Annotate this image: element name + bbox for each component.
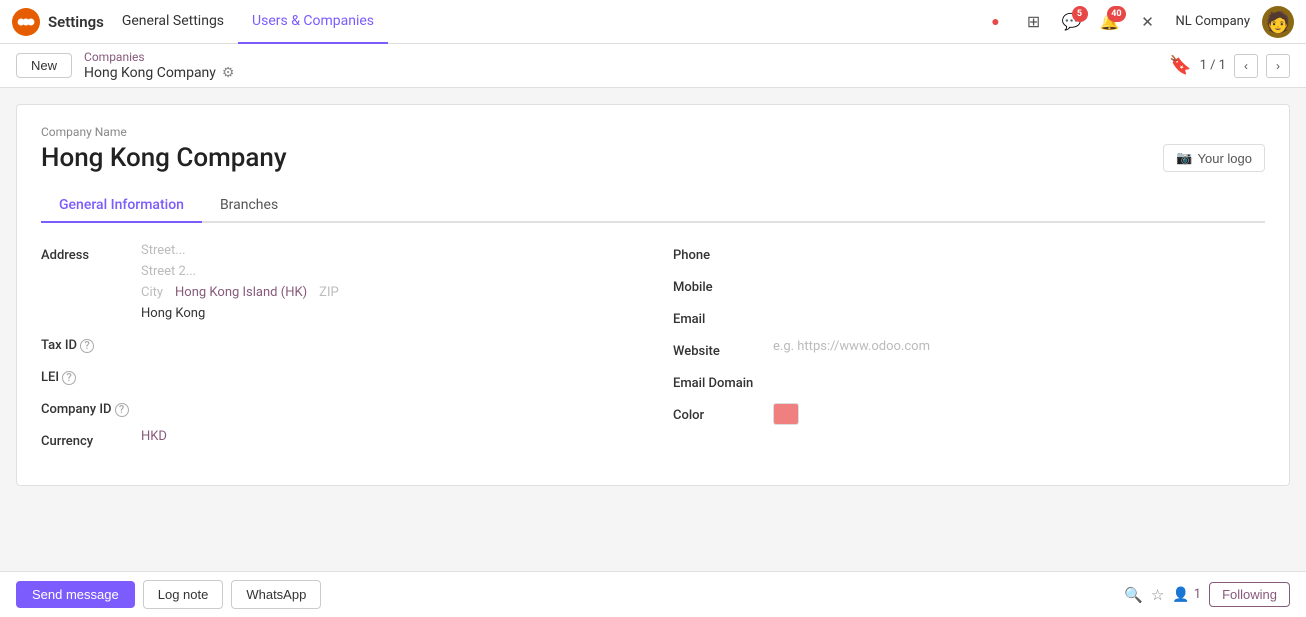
currency-link[interactable]: HKD xyxy=(141,429,167,444)
company-id-row: Company ID ? xyxy=(41,397,633,417)
tabs: General Information Branches xyxy=(41,189,1265,223)
address-row: Address Street... Street 2... City Hong … xyxy=(41,243,633,321)
new-button[interactable]: New xyxy=(16,53,72,78)
brand[interactable]: Settings xyxy=(12,8,104,36)
status-dot-btn[interactable]: ● xyxy=(980,6,1012,38)
breadcrumb-current-label: Hong Kong Company xyxy=(84,65,216,81)
tax-id-label: Tax ID ? xyxy=(41,333,141,353)
odoo-logo-icon xyxy=(12,8,40,36)
zip-input[interactable]: ZIP xyxy=(319,285,339,300)
email-label: Email xyxy=(673,307,773,327)
email-domain-label: Email Domain xyxy=(673,371,773,391)
lei-label: LEI ? xyxy=(41,365,141,385)
avatar-btn[interactable]: 🧑 xyxy=(1262,6,1294,38)
tab-branches[interactable]: Branches xyxy=(202,189,296,223)
form-grid: Address Street... Street 2... City Hong … xyxy=(41,243,1265,461)
street2-input[interactable]: Street 2... xyxy=(141,264,633,279)
form-left-section: Address Street... Street 2... City Hong … xyxy=(41,243,633,461)
city-value[interactable]: Hong Kong Island (HK) xyxy=(175,285,307,300)
bottom-bar: Send message Log note WhatsApp 🔍 ☆ 👤 1 F… xyxy=(0,571,1306,617)
breadcrumb-path: Companies Hong Kong Company ⚙ xyxy=(84,50,234,81)
logo-button[interactable]: 📷 Your logo xyxy=(1163,144,1265,172)
tools-icon: ✕ xyxy=(1141,13,1154,31)
color-row: Color xyxy=(673,403,1265,429)
address-label: Address xyxy=(41,243,141,263)
phone-label: Phone xyxy=(673,243,773,263)
tab-general-information[interactable]: General Information xyxy=(41,189,202,223)
email-domain-row: Email Domain xyxy=(673,371,1265,391)
tools-btn[interactable]: ✕ xyxy=(1132,6,1164,38)
lei-row: LEI ? xyxy=(41,365,633,385)
mobile-label: Mobile xyxy=(673,275,773,295)
company-name-title-row: Hong Kong Company 📷 Your logo xyxy=(41,143,1265,173)
color-label: Color xyxy=(673,403,773,423)
currency-label: Currency xyxy=(41,429,141,449)
nav-general-settings[interactable]: General Settings xyxy=(108,0,238,44)
search-icon[interactable]: 🔍 xyxy=(1124,586,1143,604)
nav-users-companies[interactable]: Users & Companies xyxy=(238,0,388,44)
whatsapp-button[interactable]: WhatsApp xyxy=(231,580,321,609)
address-block: Street... Street 2... City Hong Kong Isl… xyxy=(141,243,633,321)
form-right-section: Phone Mobile Email Website e.g xyxy=(673,243,1265,461)
following-button[interactable]: Following xyxy=(1209,582,1290,607)
navbar: Settings General Settings Users & Compan… xyxy=(0,0,1306,44)
currency-row: Currency HKD xyxy=(41,429,633,449)
bell-btn[interactable]: 🔔 40 xyxy=(1094,6,1126,38)
color-value xyxy=(773,403,1265,429)
chat-btn[interactable]: 💬 5 xyxy=(1056,6,1088,38)
main-content: Company Name Hong Kong Company 📷 Your lo… xyxy=(0,104,1306,486)
brand-label[interactable]: Settings xyxy=(48,13,104,31)
settings-gear-icon[interactable]: ⚙ xyxy=(222,65,235,81)
grid-btn[interactable]: ⊞ xyxy=(1018,6,1050,38)
chat-badge: 5 xyxy=(1072,6,1088,22)
followers-count: 👤 1 xyxy=(1172,587,1201,603)
company-name-value[interactable]: Hong Kong Company xyxy=(41,143,287,173)
company-id-label: Company ID ? xyxy=(41,397,141,417)
send-message-button[interactable]: Send message xyxy=(16,581,135,608)
status-dot-icon: ● xyxy=(991,13,999,30)
star-icon[interactable]: ☆ xyxy=(1151,586,1164,604)
company-name-label: Company Name xyxy=(41,125,1265,139)
bookmark-icon[interactable]: 🔖 xyxy=(1169,55,1191,76)
breadcrumb-right: 🔖 1 / 1 ‹ › xyxy=(1169,54,1290,78)
company-name-nav[interactable]: NL Company xyxy=(1170,14,1256,29)
mobile-row: Mobile xyxy=(673,275,1265,295)
street-input[interactable]: Street... xyxy=(141,243,633,258)
breadcrumb-parent[interactable]: Companies xyxy=(84,50,234,64)
breadcrumb-current: Hong Kong Company ⚙ xyxy=(84,65,234,81)
followers-number: 1 xyxy=(1194,587,1201,602)
pager-prev-button[interactable]: ‹ xyxy=(1234,54,1258,78)
bell-badge: 40 xyxy=(1107,6,1125,22)
tax-id-help-icon[interactable]: ? xyxy=(80,339,94,353)
person-icon: 👤 xyxy=(1172,587,1189,603)
camera-icon: 📷 xyxy=(1176,150,1192,166)
city-row: City Hong Kong Island (HK) ZIP xyxy=(141,285,633,300)
website-row: Website e.g. https://www.odoo.com xyxy=(673,339,1265,359)
color-swatch[interactable] xyxy=(773,403,799,425)
website-placeholder: e.g. https://www.odoo.com xyxy=(773,339,930,354)
email-row: Email xyxy=(673,307,1265,327)
country-value[interactable]: Hong Kong xyxy=(141,306,633,321)
tax-id-row: Tax ID ? xyxy=(41,333,633,353)
company-id-help-icon[interactable]: ? xyxy=(115,403,129,417)
log-note-button[interactable]: Log note xyxy=(143,580,224,609)
lei-help-icon[interactable]: ? xyxy=(62,371,76,385)
pager-next-button[interactable]: › xyxy=(1266,54,1290,78)
navbar-right: ● ⊞ 💬 5 🔔 40 ✕ NL Company 🧑 xyxy=(980,6,1294,38)
bottom-right: 🔍 ☆ 👤 1 Following xyxy=(1124,582,1290,607)
form-container: Company Name Hong Kong Company 📷 Your lo… xyxy=(16,104,1290,486)
pager-text: 1 / 1 xyxy=(1200,58,1226,73)
website-input[interactable]: e.g. https://www.odoo.com xyxy=(773,339,1265,354)
pager: 1 / 1 xyxy=(1200,58,1226,73)
logo-btn-label: Your logo xyxy=(1198,151,1252,166)
phone-row: Phone xyxy=(673,243,1265,263)
city-placeholder[interactable]: City xyxy=(141,285,163,300)
currency-value: HKD xyxy=(141,429,633,444)
grid-icon: ⊞ xyxy=(1027,12,1040,31)
avatar-icon: 🧑 xyxy=(1266,10,1291,34)
website-label: Website xyxy=(673,339,773,359)
navbar-menu: General Settings Users & Companies xyxy=(108,0,980,44)
breadcrumb-bar: New Companies Hong Kong Company ⚙ 🔖 1 / … xyxy=(0,44,1306,88)
